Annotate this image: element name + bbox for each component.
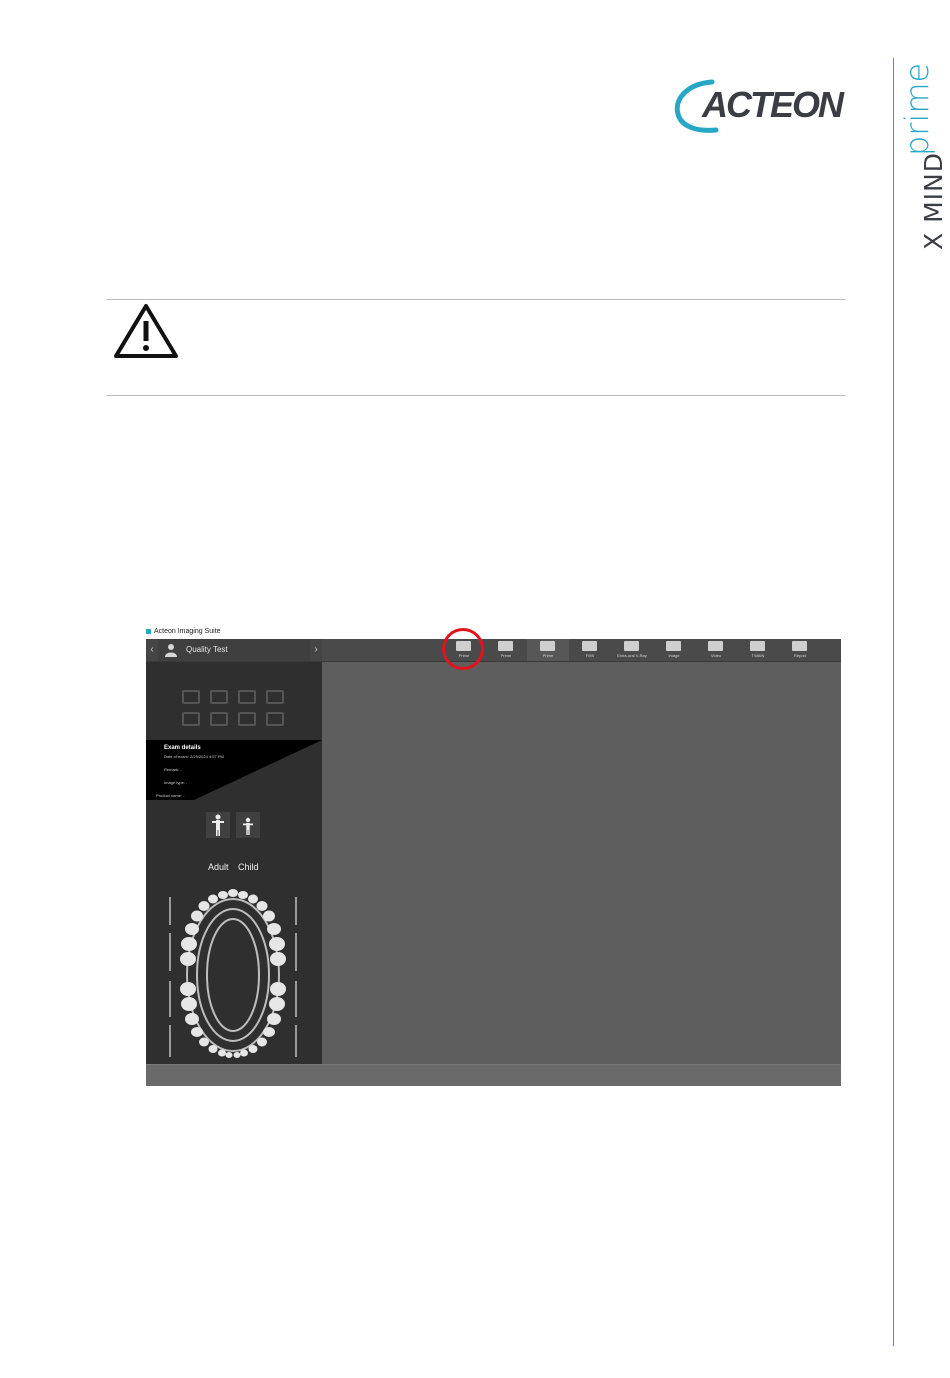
exam-product-label: Product name: [156,793,183,798]
side-brand-name: X MIND [919,152,948,250]
tool-fms[interactable]: FMS [569,639,611,661]
age-selector [206,812,260,838]
exam-image-type-label: Image type: [164,780,185,785]
top-bar: ‹ Quality Test › Prime Prime Prime FMS E… [146,639,841,662]
warning-top-rule [107,299,845,300]
tool-image[interactable]: Image [653,639,695,661]
child-button[interactable] [236,812,260,838]
tool-panoramic-prime[interactable]: Prime [485,639,527,661]
acteon-logo: ACTEON [672,78,847,136]
warning-triangle-icon [114,304,178,358]
exam-details-title: Exam details [164,745,201,751]
panoramic-filter-icon[interactable] [210,690,228,704]
tool-twain[interactable]: TWAIN [737,639,779,661]
patient-name: Quality Test [186,645,228,654]
panoramic-icon [498,641,513,651]
tool-video[interactable]: Video [695,639,737,661]
exam-image-type: Image type: - [164,780,187,785]
camera-icon [666,641,681,651]
tool-label: Prime [500,653,512,658]
exam-image-type-value: - [186,780,188,785]
tool-extraoral-xray[interactable]: Extra-oral X-Ray [611,639,653,661]
tool-label: Extra-oral X-Ray [617,653,647,658]
logo-text: ACTEON [702,84,844,125]
tool-report[interactable]: Report [779,639,821,661]
warning-bottom-rule [107,395,845,396]
patient-icon [165,644,177,657]
next-patient-button[interactable]: › [310,639,322,661]
exam-remark: Remark: - [164,767,182,772]
cephalometric-icon [540,641,555,651]
exam-date-value: 2/29/2024 4:57 PM [190,754,224,759]
exam-date: Date of exam: 2/29/2024 4:57 PM [164,754,224,759]
exam-remark-value: - [180,767,182,772]
tool-label: FMS [585,653,595,658]
child-figure-icon [243,817,253,835]
side-brand-suffix: prime [898,62,936,157]
extraoral-xray-icon [624,641,639,651]
child-label: Child [238,862,259,872]
camera-filter-icon[interactable] [182,712,200,726]
highlight-circle [442,628,484,670]
tooth-filter-icon[interactable] [182,690,200,704]
video-icon [708,641,723,651]
ceph-lateral-filter-icon[interactable] [266,690,284,704]
status-bar [146,1064,841,1086]
report-icon [792,641,807,651]
twain-icon [750,641,765,651]
adult-label: Adult [208,862,229,872]
left-panel: Exam details Date of exam: 2/29/2024 4:5… [146,662,322,1064]
app-icon [146,628,151,634]
image-viewer-area[interactable] [322,662,841,1064]
app-window: ‹ Quality Test › Prime Prime Prime FMS E… [146,639,841,1086]
exam-diagonal-shape [194,740,322,800]
exam-product-value: - [183,793,185,798]
tool-label: Image [668,653,680,658]
window-title-text: Acteon Imaging Suite [154,628,221,635]
film-filter-icon[interactable] [210,712,228,726]
dental-chart[interactable] [166,887,306,1063]
tool-label: Video [710,653,722,658]
adult-figure-icon [212,814,224,836]
side-accent-line [893,58,894,1346]
patient-bar: ‹ Quality Test › [146,639,322,661]
ceph-filter-icon[interactable] [238,690,256,704]
tool-ceph-prime[interactable]: Prime [527,639,569,661]
acquisition-toolbar: Prime Prime Prime FMS Extra-oral X-Ray I… [443,639,821,661]
window-title: Acteon Imaging Suite [146,628,221,635]
tool-label: Report [793,653,806,658]
image-type-filters [182,690,292,734]
side-brand: X MINDprime [898,59,950,250]
exam-product: Product name: - [156,793,184,798]
exam-remark-label: Remark: [164,767,180,772]
exam-date-label: Date of exam: [164,754,189,759]
prev-patient-button[interactable]: ‹ [146,639,158,661]
tool-label: Prime [542,653,554,658]
fms-filter-icon[interactable] [238,712,256,726]
full-mouth-series-icon [582,641,597,651]
document-filter-icon[interactable] [266,712,284,726]
exam-details: Exam details Date of exam: 2/29/2024 4:5… [146,740,322,800]
adult-button[interactable] [206,812,230,838]
tool-label: TWAIN [751,653,765,658]
